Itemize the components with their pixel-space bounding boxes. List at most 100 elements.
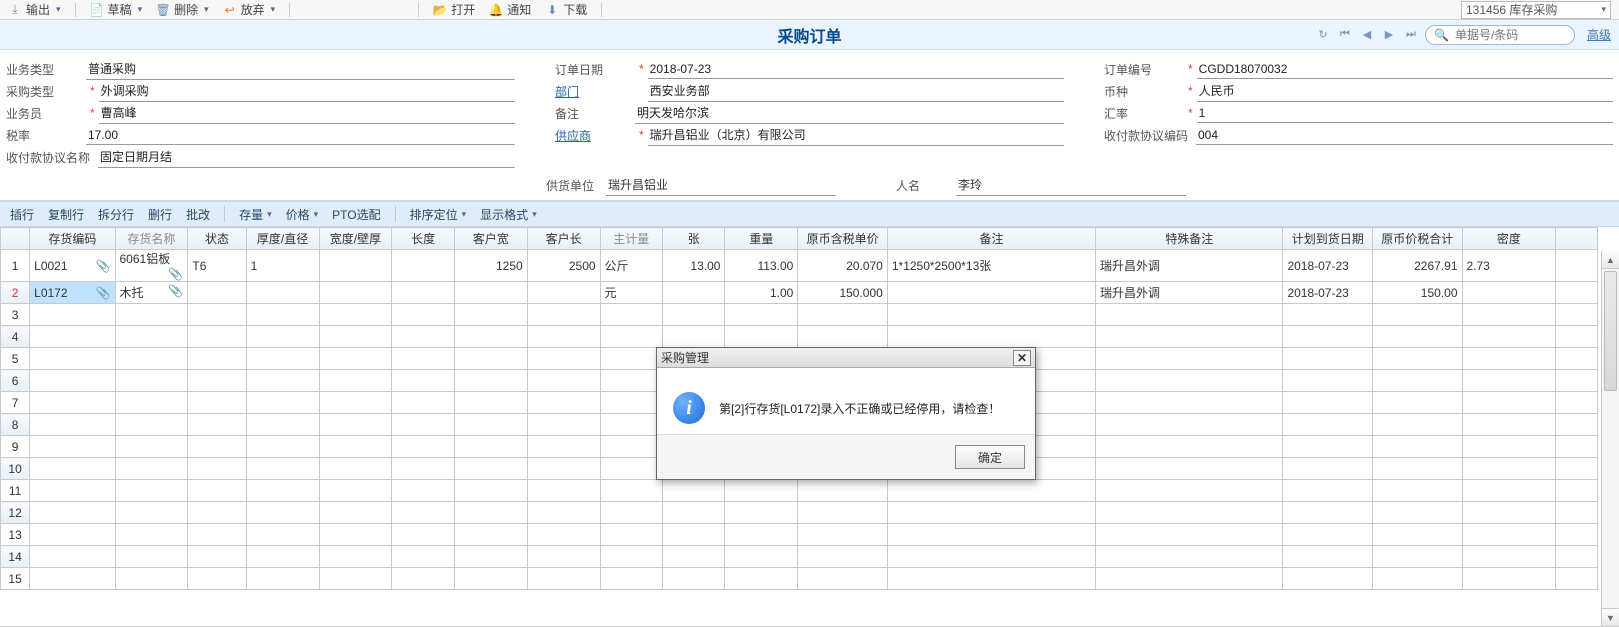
toolbar-delete[interactable]: 🗑删除▾ (156, 1, 209, 18)
cell-cl[interactable] (527, 326, 600, 348)
doc-search-input[interactable] (1453, 27, 1566, 43)
cell-length[interactable] (392, 392, 454, 414)
cell-plan_date[interactable] (1283, 348, 1373, 370)
cell-cl[interactable] (527, 480, 600, 502)
cell-total[interactable]: 2267.91 (1372, 250, 1462, 282)
cell-cw[interactable] (454, 436, 527, 458)
cell-weight[interactable] (725, 546, 798, 568)
cell-plan_date[interactable] (1283, 546, 1373, 568)
cell-density[interactable] (1462, 568, 1556, 590)
cell-cl[interactable] (527, 568, 600, 590)
cell-name[interactable]: 木托📎 (115, 282, 188, 304)
cell-total[interactable] (1372, 502, 1462, 524)
cell-plan_date[interactable] (1283, 568, 1373, 590)
cell-density[interactable] (1462, 524, 1556, 546)
cell-cl[interactable] (527, 392, 600, 414)
cell-length[interactable] (392, 524, 454, 546)
col-width[interactable]: 宽度/壁厚 (319, 228, 392, 250)
cell-sremark[interactable] (1096, 304, 1283, 326)
cell-thick[interactable] (246, 392, 319, 414)
gt-stock[interactable]: 存量▾ (239, 206, 272, 223)
cell-sheets[interactable] (663, 502, 725, 524)
doc-search[interactable]: 🔍 (1425, 25, 1575, 45)
cell-name[interactable] (115, 480, 188, 502)
toolbar-download[interactable]: ⬇下载 (545, 1, 587, 18)
toolbar-notify[interactable]: 🔔通知 (489, 1, 531, 18)
gt-split-row[interactable]: 拆分行 (98, 206, 134, 223)
cell-sremark[interactable] (1096, 392, 1283, 414)
cell-code[interactable] (30, 326, 115, 348)
cell-unit[interactable] (600, 524, 662, 546)
cell-plan_date[interactable]: 2018-07-23 (1283, 250, 1373, 282)
cell-length[interactable] (392, 250, 454, 282)
cell-sremark[interactable] (1096, 524, 1283, 546)
cell-remark[interactable] (887, 282, 1095, 304)
cell-total[interactable] (1372, 392, 1462, 414)
cell-length[interactable] (392, 502, 454, 524)
cell-name[interactable] (115, 502, 188, 524)
cell-thick[interactable] (246, 458, 319, 480)
cell-remark[interactable] (887, 502, 1095, 524)
gt-pto[interactable]: PTO选配 (332, 206, 380, 223)
cell-unit[interactable] (600, 436, 662, 458)
cell-code[interactable] (30, 370, 115, 392)
cell-length[interactable] (392, 480, 454, 502)
cell-plan_date[interactable]: 2018-07-23 (1283, 282, 1373, 304)
cell-price[interactable] (798, 326, 888, 348)
table-row[interactable]: 1L0021📎6061铝板📎T6112502500公斤13.00113.0020… (1, 250, 1598, 282)
gt-price[interactable]: 价格▾ (286, 206, 319, 223)
cell-code[interactable] (30, 546, 115, 568)
cell-length[interactable] (392, 282, 454, 304)
cell-code[interactable]: L0021📎 (30, 250, 115, 282)
cell-code[interactable] (30, 568, 115, 590)
cell-thick[interactable] (246, 568, 319, 590)
cell-width[interactable] (319, 326, 392, 348)
cell-state[interactable]: T6 (188, 250, 246, 282)
attachment-icon[interactable]: 📎 (96, 286, 111, 300)
cell-weight[interactable] (725, 480, 798, 502)
cell-density[interactable] (1462, 370, 1556, 392)
cell-unit[interactable] (600, 304, 662, 326)
cell-sremark[interactable] (1096, 458, 1283, 480)
cell-code[interactable] (30, 480, 115, 502)
cell-state[interactable] (188, 370, 246, 392)
cell-unit[interactable] (600, 546, 662, 568)
cell-code[interactable] (30, 502, 115, 524)
cell-cw[interactable] (454, 370, 527, 392)
cell-sremark[interactable] (1096, 370, 1283, 392)
cell-state[interactable] (188, 458, 246, 480)
cell-code[interactable] (30, 392, 115, 414)
cell-sremark[interactable] (1096, 480, 1283, 502)
nav-first-button[interactable]: ⏮ (1337, 27, 1353, 43)
cell-thick[interactable] (246, 304, 319, 326)
cell-density[interactable] (1462, 392, 1556, 414)
cell-name[interactable] (115, 524, 188, 546)
cell-code[interactable] (30, 458, 115, 480)
col-total[interactable]: 原币价税合计 (1372, 228, 1462, 250)
cell-sheets[interactable] (663, 524, 725, 546)
cell-name[interactable] (115, 458, 188, 480)
cell-width[interactable] (319, 546, 392, 568)
cell-length[interactable] (392, 304, 454, 326)
cell-width[interactable] (319, 348, 392, 370)
table-row[interactable]: 13 (1, 524, 1598, 546)
cell-state[interactable] (188, 480, 246, 502)
cell-price[interactable] (798, 546, 888, 568)
cell-sremark[interactable] (1096, 326, 1283, 348)
cell-length[interactable] (392, 326, 454, 348)
cell-price[interactable] (798, 524, 888, 546)
cell-remark[interactable] (887, 304, 1095, 326)
cell-name[interactable] (115, 568, 188, 590)
cell-price[interactable] (798, 568, 888, 590)
cell-sheets[interactable] (663, 282, 725, 304)
cell-density[interactable] (1462, 304, 1556, 326)
cell-width[interactable] (319, 524, 392, 546)
cell-name[interactable] (115, 348, 188, 370)
cell-thick[interactable] (246, 436, 319, 458)
cell-cw[interactable] (454, 458, 527, 480)
cell-cl[interactable] (527, 370, 600, 392)
cell-plan_date[interactable] (1283, 502, 1373, 524)
toolbar-open[interactable]: 📂打开 (433, 1, 475, 18)
cell-weight[interactable]: 113.00 (725, 250, 798, 282)
cell-unit[interactable] (600, 392, 662, 414)
